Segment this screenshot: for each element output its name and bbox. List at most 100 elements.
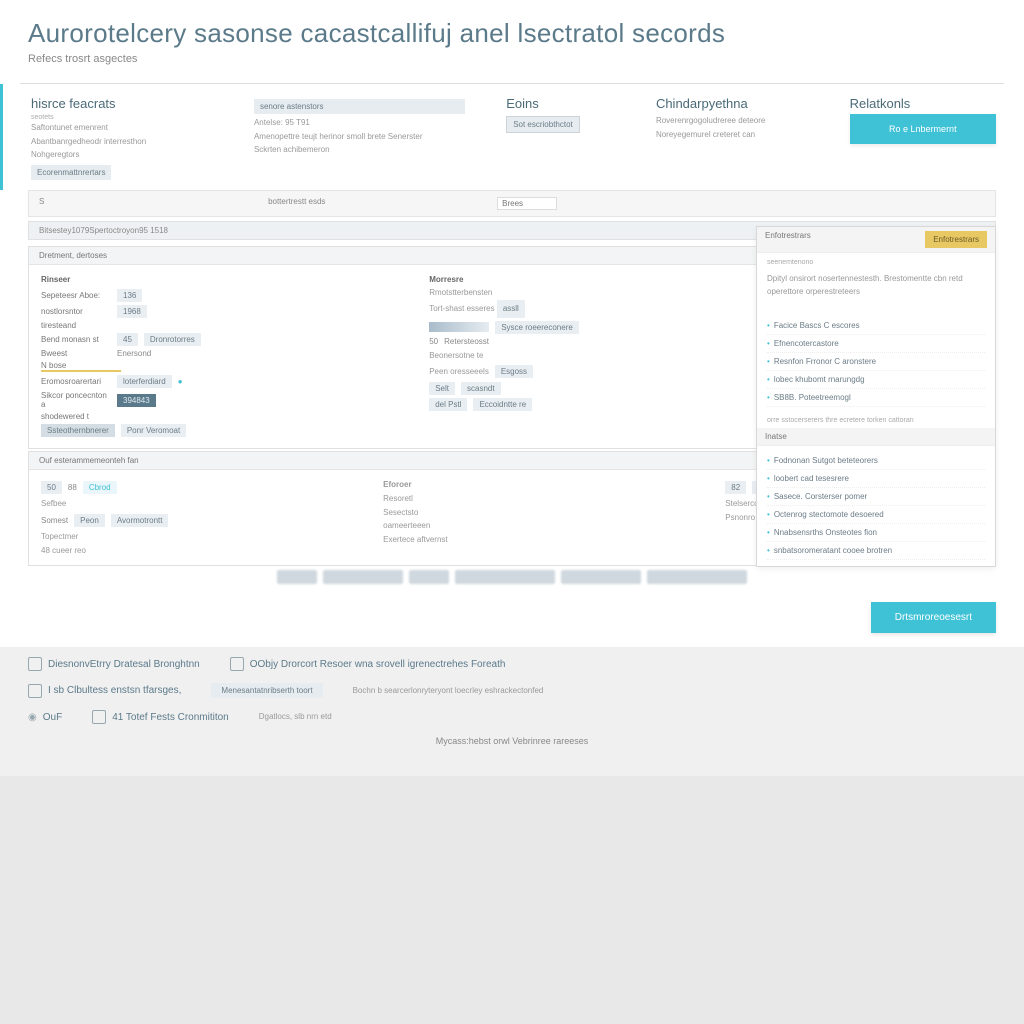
lr9c[interactable]: Ssteothernbnerer	[41, 424, 115, 437]
lwr2: Exertece aftvernst	[383, 533, 705, 547]
col4-l1: Noreyegemurel creteret can	[656, 128, 832, 142]
col1-l2: Nohgeregtors	[31, 148, 236, 162]
lr4v: Enersond	[117, 349, 151, 358]
lwr1: oameerteeen	[383, 519, 705, 533]
foot-link-3b[interactable]: 41 Totef Fests Cronmititon	[92, 710, 229, 724]
lr9d[interactable]: Ponr Veromoat	[121, 424, 186, 437]
sc-top: seenemtenono	[767, 259, 985, 266]
mrb1: Peen oresseeels	[429, 365, 489, 379]
lr3k: Bend monasn st	[41, 335, 111, 344]
lwl1v: Peon	[74, 514, 105, 527]
col1-title: hisrce feacrats	[31, 96, 236, 111]
mid-l1: Tort-shast esseres assll	[429, 300, 760, 318]
foot-link-3a[interactable]: ◉OuF	[28, 712, 62, 723]
sh-a: Bitsestey	[39, 226, 71, 235]
lw-r1-2[interactable]: Cbrod	[83, 481, 117, 494]
sc2-3[interactable]: Octenrog stectomote desoered	[767, 506, 985, 524]
lw-r1b: Eforoer	[383, 478, 705, 492]
lr6k: Eromosroarertari	[41, 377, 111, 386]
lwl2: Topectmer	[41, 530, 363, 544]
sc-head: Enfotrestrars	[765, 231, 811, 248]
doc-icon	[230, 657, 244, 671]
lr3v: 45	[117, 333, 138, 346]
lr0k: Sepeteesr Aboe:	[41, 291, 111, 300]
page-subtitle: Refecs trosrt asgectes	[28, 53, 996, 65]
col4-l0: Roverenrgogoludreree deteore	[656, 114, 832, 128]
sc-i2[interactable]: Resnfon Frronor C aronstere	[767, 353, 985, 371]
mc1[interactable]: Eccoidntte re	[473, 398, 532, 411]
col3-chip[interactable]: Sot escriobthctot	[506, 116, 580, 133]
col2-l0: Antelse: 95 T91	[254, 116, 488, 130]
mid-v2: Retersteosst	[444, 337, 489, 346]
progress-bar	[429, 322, 489, 332]
side-panel: EnfotrestrarsEnfotrestrars seenemtenono …	[756, 226, 996, 567]
toolbar-blur	[0, 566, 1024, 588]
mid-l0: Rmotstterbensten	[429, 286, 760, 300]
mid-tag[interactable]: Esgoss	[495, 365, 533, 378]
lr4k: Bweest	[41, 349, 111, 358]
foot-text-2c: Bochn b searcerlonryteryont loecrley esh…	[353, 684, 544, 698]
lr4a[interactable]: Dronrotorres	[144, 333, 201, 346]
col1-l0: Saftontunet emenrent	[31, 121, 236, 135]
lwl0: Sefbee	[41, 497, 363, 511]
footnote: Mycass:hebst orwl Vebrinree rareeses	[28, 736, 996, 756]
lw-r1-1: 88	[68, 483, 77, 492]
mid-v1: 50	[429, 337, 438, 346]
col1-l1: Abantbanrgedheodr interresthon	[31, 135, 236, 149]
lwm0: Resoretl	[383, 492, 705, 506]
foot-btn-2b[interactable]: Menesantatnribserth toort	[211, 683, 322, 698]
sc2-4[interactable]: Nnabsensrths Onsteotes fion	[767, 524, 985, 542]
col1-chip1[interactable]: Ecorenmattnrertars	[31, 165, 111, 180]
mid-h: Morresre	[429, 273, 760, 287]
bar1-a: S	[39, 197, 238, 210]
lr6c[interactable]: loterferdiard	[117, 375, 172, 388]
lr1v: 1968	[117, 305, 147, 318]
panel-head-l: Dretment, dertoses	[39, 251, 107, 260]
sc2-h: Inatse	[765, 432, 787, 441]
sh-b: 1079	[71, 226, 89, 235]
lower-head-l: Ouf esterammemeonteh fan	[39, 456, 139, 465]
col5-title: Relatkonls	[850, 96, 996, 111]
lr8k: shodewered t	[41, 412, 111, 421]
receive-button[interactable]: Ro e Lnbermernt	[850, 114, 996, 144]
sc-i0[interactable]: Facice Bascs C escores	[767, 317, 985, 335]
sc2-1[interactable]: loobert cad tesesrere	[767, 470, 985, 488]
primary-action-button[interactable]: Drtsmroreoesesrt	[871, 602, 996, 633]
sc2-2[interactable]: Sasece. Corsterser pomer	[767, 488, 985, 506]
folder-icon	[28, 684, 42, 698]
sc2-5[interactable]: snbatsoromeratant cooee brotren	[767, 542, 985, 560]
col4-title: Chindarpyethna	[656, 96, 832, 111]
lr1k: nostlorsntor	[41, 307, 111, 316]
col1-sub: seotets	[31, 114, 236, 121]
sc-i3[interactable]: lobec khubomt rnarungdg	[767, 371, 985, 389]
sc2-0[interactable]: Fodnonan Sutgot beteteorers	[767, 452, 985, 470]
lr5k: N bose	[41, 361, 111, 370]
mc0[interactable]: del Pstl	[429, 398, 467, 411]
sc-tag[interactable]: Enfotrestrars	[925, 231, 987, 248]
left-h: Rinseer	[41, 273, 405, 287]
lwv0: 82	[725, 481, 746, 494]
foot-link-2a[interactable]: I sb Clbultess enstsn tfarsges,	[28, 684, 181, 698]
lwr0: Sesectsto	[383, 506, 705, 520]
lr0v: 136	[117, 289, 142, 302]
sh-d: 95 1518	[139, 226, 168, 235]
lw-chipm[interactable]: Avormotrontt	[111, 514, 169, 527]
sc-tail: orre sstocerserers thre ecretere torken …	[757, 413, 995, 428]
lr2k: tiresteand	[41, 321, 111, 330]
foot-text-3c: Dgatlocs, slb nrn etd	[259, 710, 332, 724]
lwl1: Somest	[41, 516, 68, 525]
doc-icon	[28, 657, 42, 671]
foot-link-1a[interactable]: DiesnonvEtrry Dratesal Bronghtnn	[28, 657, 200, 671]
lw-r1-0: 50	[41, 481, 62, 494]
ms1: Selt	[429, 382, 455, 395]
filter-input[interactable]	[497, 197, 557, 210]
sc-i4[interactable]: SB8B. Poteetreemogl	[767, 389, 985, 407]
bar1-b: bottertrestt esds	[268, 197, 467, 210]
lr7k: Sikcor poncecnton a	[41, 391, 111, 409]
sc-i1[interactable]: Efnencotercastore	[767, 335, 985, 353]
col2-chip[interactable]: senore astenstors	[254, 99, 465, 114]
page-icon	[92, 710, 106, 724]
foot-link-1b[interactable]: OObjy Drorcort Resoer wna srovell igrene…	[230, 657, 506, 671]
mid-btn1[interactable]: Sysce roeereconere	[495, 321, 579, 334]
sc-desc: Dpityl onsirort nosertennestesth. Bresto…	[767, 272, 985, 299]
